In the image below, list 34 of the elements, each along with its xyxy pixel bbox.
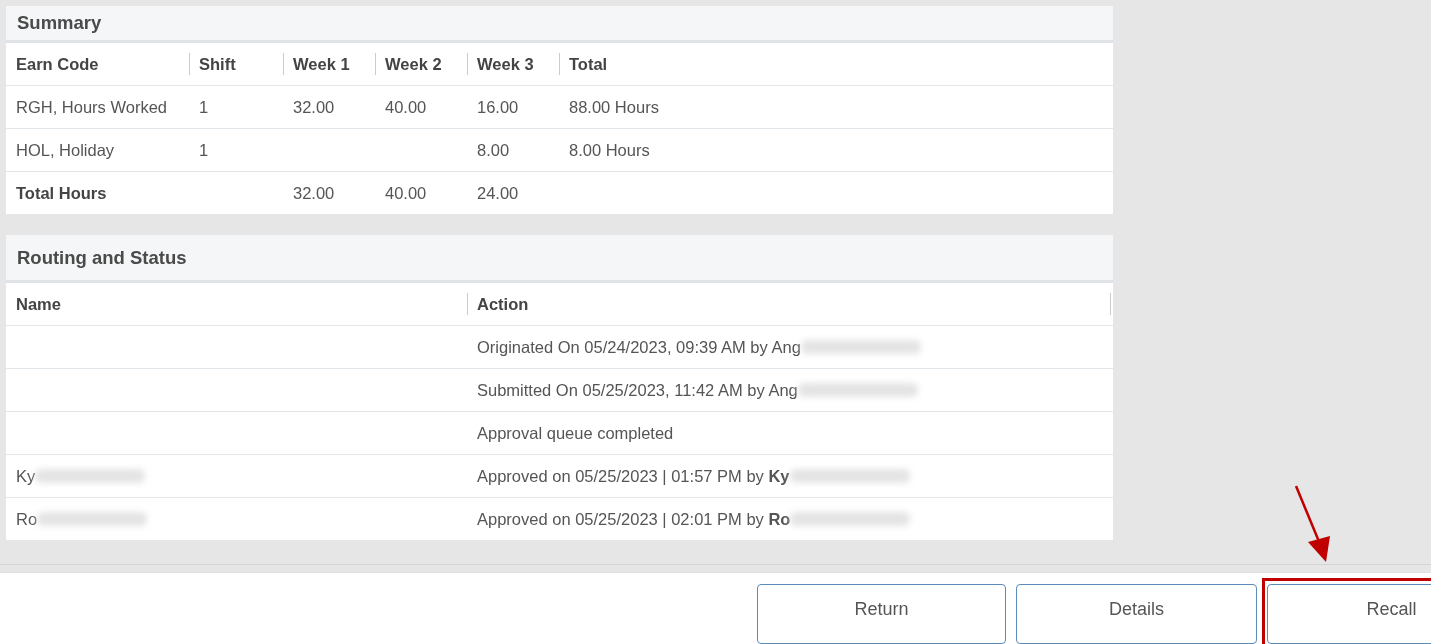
action-button[interactable]: Details [1016, 584, 1257, 644]
table-cell: HOL, Holiday [16, 140, 115, 159]
action-button[interactable]: Return [757, 584, 1006, 644]
table-cell: 1 [199, 97, 209, 116]
column-header: Week 1 [293, 54, 350, 73]
table-cell: Approval queue completed [477, 423, 674, 443]
table-cell: 8.00 [477, 140, 510, 159]
table-cell: Ky [16, 466, 36, 486]
table-cell: 1 [199, 140, 209, 159]
panel-title: Routing and Status [17, 246, 187, 269]
table-cell: 32.00 [293, 183, 335, 202]
table-cell: 40.00 [385, 183, 427, 202]
column-header: Earn Code [16, 54, 99, 73]
panel-title: Summary [17, 12, 102, 34]
table-cell: Approved on 05/25/2023 | 01:57 PM by Ky [477, 466, 790, 486]
table-cell: Submitted On 05/25/2023, 11:42 AM by Ang [477, 380, 798, 400]
column-header: Shift [199, 54, 236, 73]
column-header: Total [569, 54, 608, 73]
table-cell: Total Hours [16, 183, 107, 202]
table-cell: Originated On 05/24/2023, 09:39 AM by Ang [477, 337, 801, 357]
table-cell: 32.00 [293, 97, 335, 116]
column-header: Action [477, 294, 529, 313]
column-header: Week 3 [477, 54, 534, 73]
column-header: Name [16, 294, 61, 313]
table-cell: RGH, Hours Worked [16, 97, 167, 116]
action-button[interactable]: Recall [1267, 584, 1431, 644]
column-header: Week 2 [385, 54, 442, 73]
table-cell: Ro [16, 509, 38, 529]
table-cell: 16.00 [477, 97, 519, 116]
table-cell: 40.00 [385, 97, 427, 116]
table-cell: 88.00 Hours [569, 97, 659, 116]
table-cell: 8.00 Hours [569, 140, 650, 159]
table-cell: 24.00 [477, 183, 519, 202]
table-cell: Approved on 05/25/2023 | 02:01 PM by Ro [477, 509, 791, 529]
